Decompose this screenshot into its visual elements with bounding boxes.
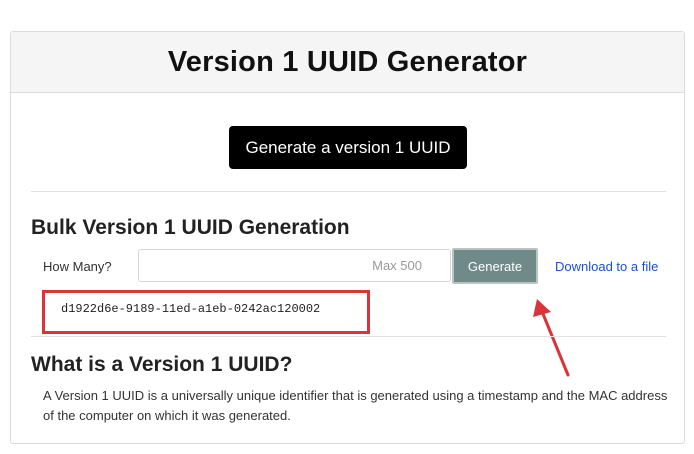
divider <box>31 191 666 192</box>
quantity-input[interactable] <box>138 249 451 282</box>
about-heading: What is a Version 1 UUID? <box>31 353 293 376</box>
how-many-label: How Many? <box>43 259 112 274</box>
download-to-file-link[interactable]: Download to a file <box>555 259 658 274</box>
generate-single-uuid-button[interactable]: Generate a version 1 UUID <box>229 126 467 169</box>
about-description: A Version 1 UUID is a universally unique… <box>43 388 668 423</box>
divider <box>31 336 666 337</box>
uuid-result-highlight: d1922d6e-9189-11ed-a1eb-0242ac120002 <box>42 290 370 334</box>
uuid-result: d1922d6e-9189-11ed-a1eb-0242ac120002 <box>61 302 321 316</box>
page-title: Version 1 UUID Generator <box>167 45 528 78</box>
card-header: Version 1 UUID Generator <box>11 32 684 93</box>
annotation-arrow-icon <box>533 299 570 377</box>
bulk-generate-button[interactable]: Generate <box>452 248 538 284</box>
main-card: Version 1 UUID Generator Generate a vers… <box>10 31 685 444</box>
bulk-heading: Bulk Version 1 UUID Generation <box>31 216 350 239</box>
